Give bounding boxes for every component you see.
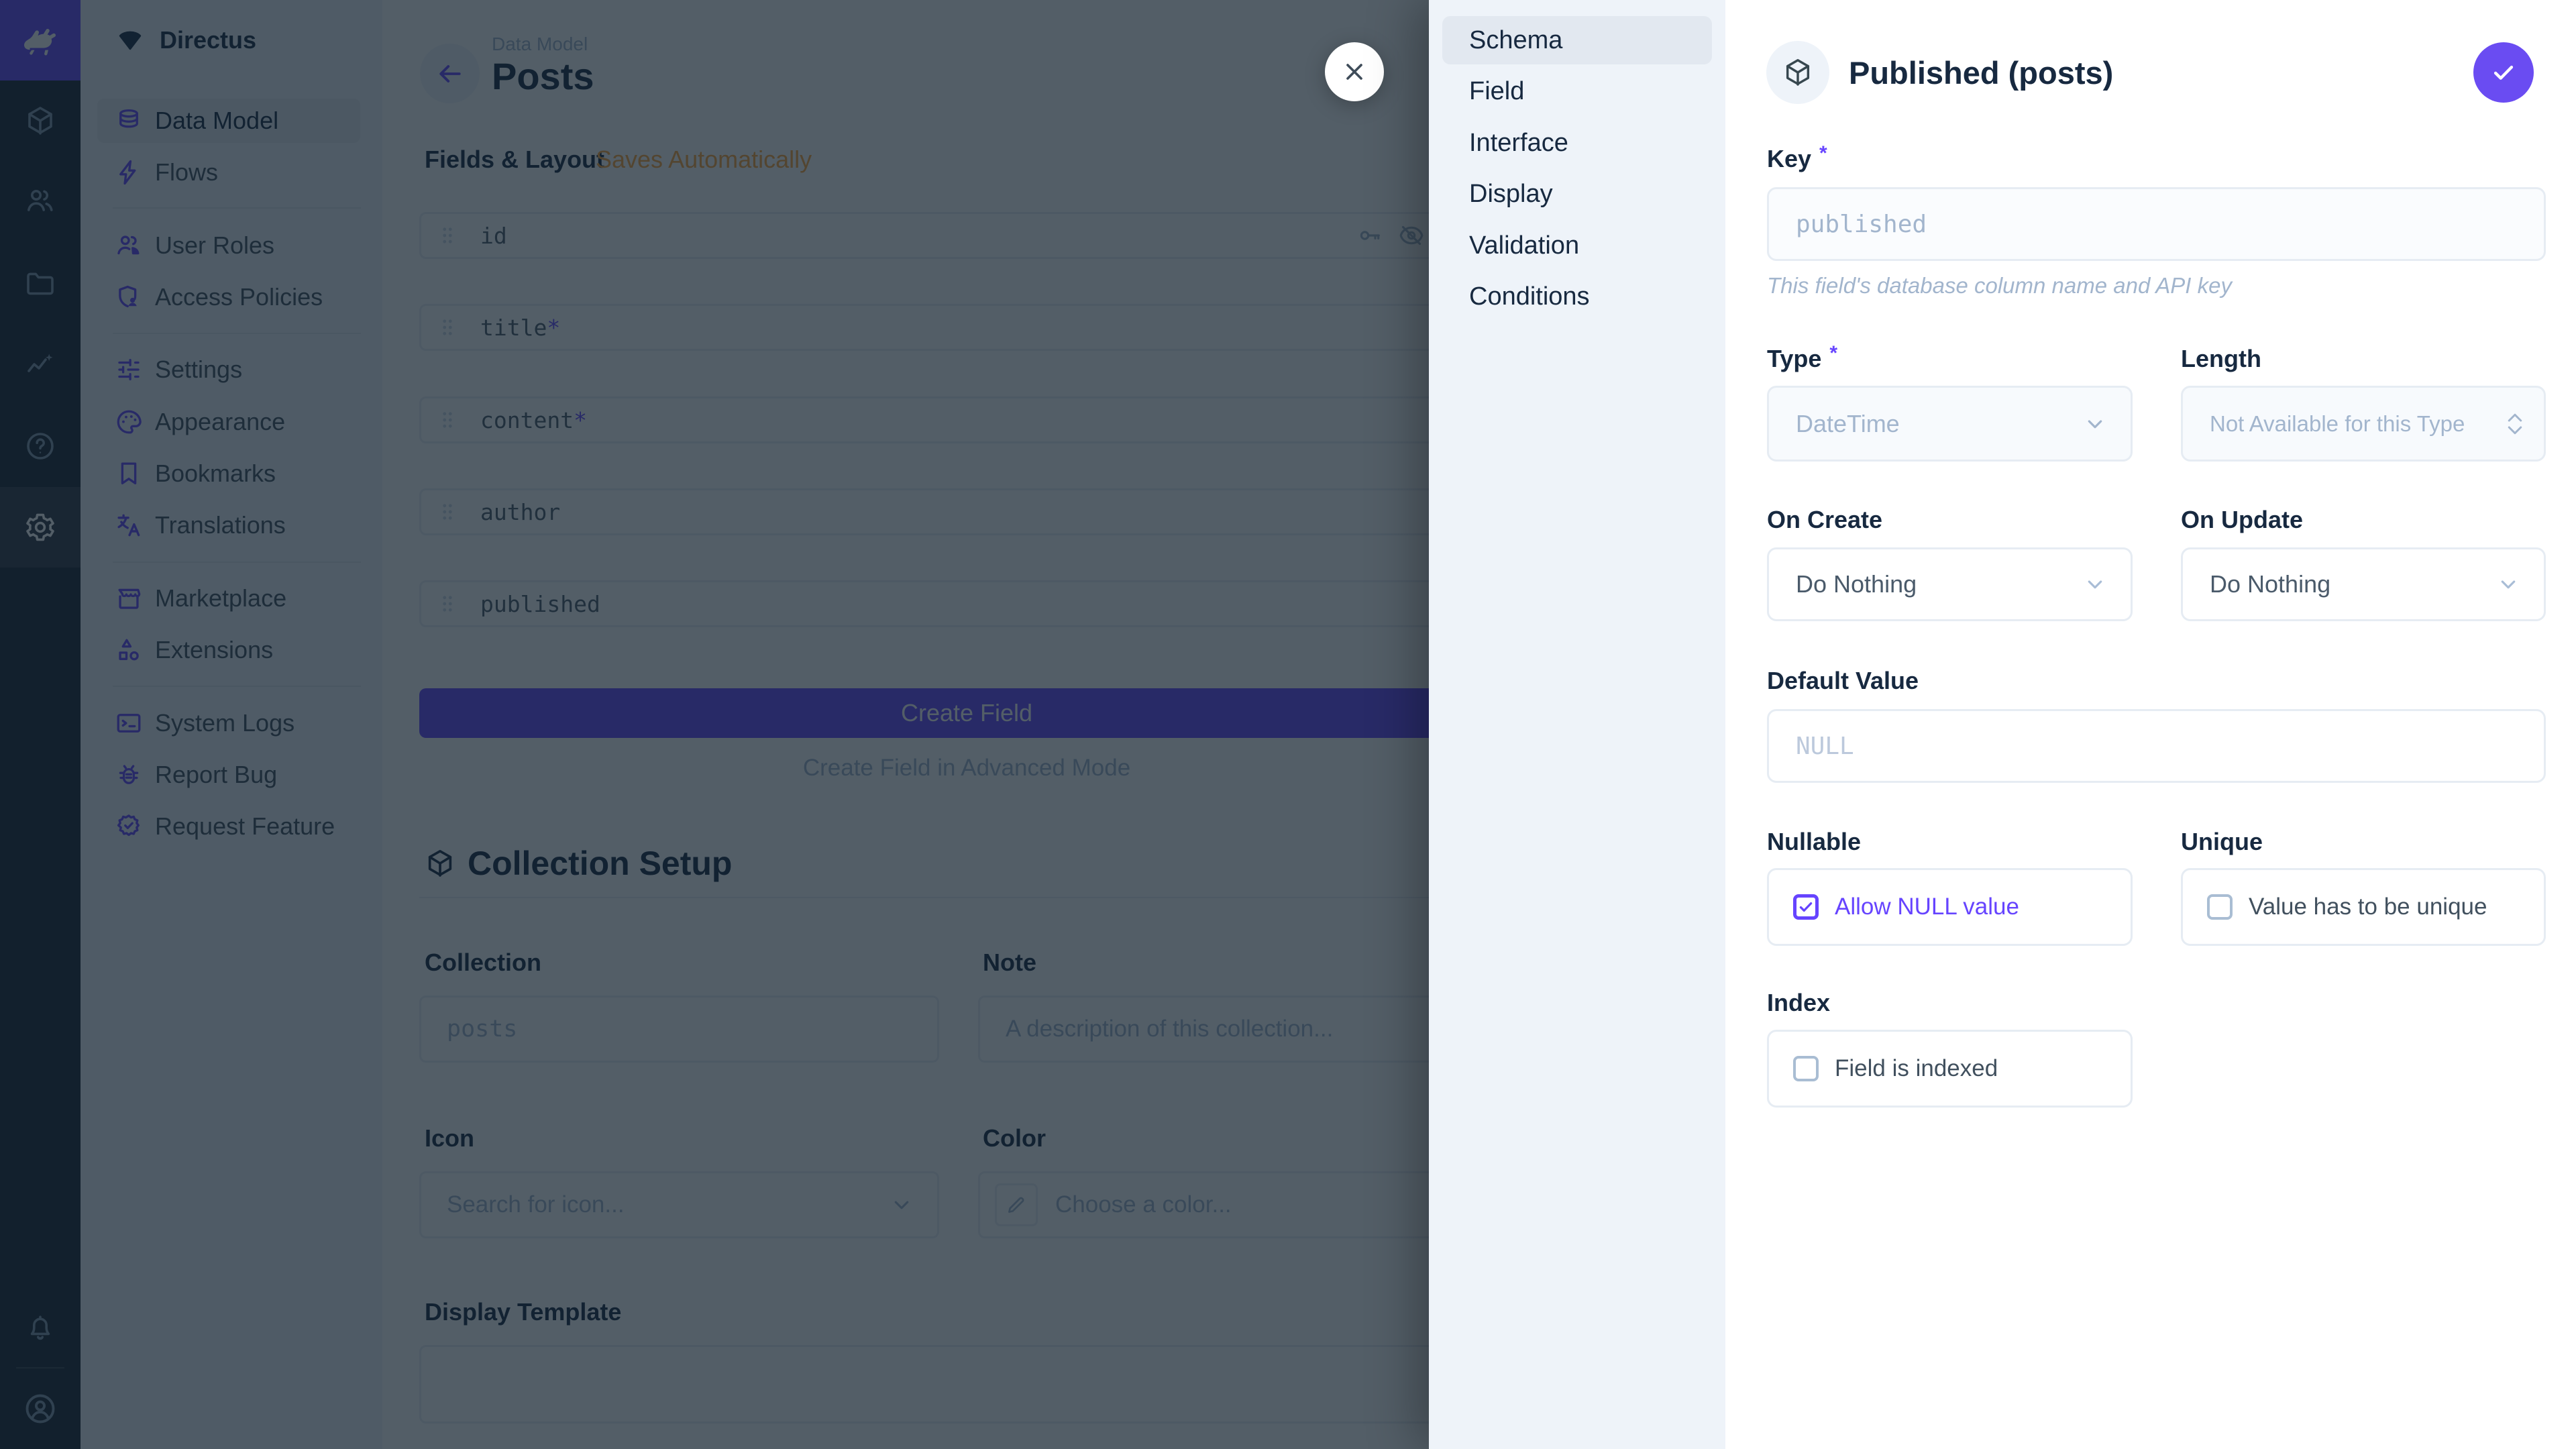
check-icon (2489, 58, 2518, 87)
length-input[interactable]: Not Available for this Type (2181, 386, 2546, 462)
drawer-header-icon (1766, 41, 1829, 104)
index-checkbox[interactable] (1793, 1056, 1819, 1081)
drawer-tab-label: Schema (1469, 26, 1562, 55)
drawer-tab-label: Conditions (1469, 282, 1590, 311)
on-update-label: On Update (2181, 504, 2303, 536)
on-update-select[interactable]: Do Nothing (2181, 547, 2546, 621)
box-icon (1782, 57, 1813, 88)
length-label: Length (2181, 343, 2261, 375)
length-label-text: Length (2181, 345, 2261, 373)
key-label-text: Key (1767, 145, 1811, 173)
close-drawer-button[interactable] (1325, 42, 1384, 101)
close-icon (1341, 58, 1368, 85)
drawer-tab-display[interactable]: Display (1442, 170, 1712, 218)
drawer-tab-label: Display (1469, 180, 1553, 209)
type-value: DateTime (1796, 410, 1900, 438)
stepper-icon[interactable] (2505, 411, 2525, 437)
on-update-value: Do Nothing (2210, 570, 2330, 598)
type-label-text: Type (1767, 345, 1821, 373)
type-label: Type * (1767, 343, 1837, 375)
default-value-input[interactable]: NULL (1767, 709, 2546, 783)
on-create-select[interactable]: Do Nothing (1767, 547, 2133, 621)
drawer-tab-label: Interface (1469, 129, 1568, 158)
type-select[interactable]: DateTime (1767, 386, 2133, 462)
drawer-tab-label: Validation (1469, 231, 1579, 260)
drawer-tab-validation[interactable]: Validation (1442, 221, 1712, 270)
length-value: Not Available for this Type (2210, 411, 2465, 437)
drawer-overlay[interactable] (0, 0, 1429, 1449)
chevron-down-icon (2082, 411, 2108, 437)
default-value-label: Default Value (1767, 665, 1919, 697)
directus-app: Directus Data Model Flows (0, 0, 2576, 1449)
index-option: Field is indexed (1767, 1030, 2133, 1108)
save-button[interactable] (2473, 42, 2534, 103)
required-star: * (1829, 342, 1837, 365)
on-create-value: Do Nothing (1796, 570, 1917, 598)
index-label: Index (1767, 987, 1830, 1019)
drawer-nav: Schema Field Interface Display Validatio… (1429, 0, 1725, 1449)
key-value: published (1796, 211, 1927, 238)
unique-option-label[interactable]: Value has to be unique (2249, 894, 2487, 920)
unique-option: Value has to be unique (2181, 868, 2546, 946)
field-drawer: Schema Field Interface Display Validatio… (1429, 0, 2576, 1449)
key-helper-text: This field's database column name and AP… (1767, 271, 2232, 301)
on-create-label: On Create (1767, 504, 1882, 536)
index-option-label[interactable]: Field is indexed (1835, 1055, 1998, 1082)
nullable-checkbox[interactable] (1793, 894, 1819, 920)
drawer-tab-label: Field (1469, 77, 1524, 106)
default-value-placeholder: NULL (1796, 733, 1854, 760)
drawer-tab-field[interactable]: Field (1442, 67, 1712, 115)
nullable-option-label[interactable]: Allow NULL value (1835, 894, 2019, 920)
drawer-tab-conditions[interactable]: Conditions (1442, 272, 1712, 321)
chevron-down-icon (2496, 572, 2521, 597)
drawer-main: Published (posts) Key * published This f… (1725, 0, 2576, 1449)
drawer-title: Published (posts) (1849, 50, 2113, 95)
nullable-option: Allow NULL value (1767, 868, 2133, 946)
unique-checkbox[interactable] (2207, 894, 2233, 920)
drawer-tab-schema[interactable]: Schema (1442, 16, 1712, 64)
unique-label: Unique (2181, 826, 2263, 858)
key-label: Key * (1767, 143, 1827, 175)
required-star: * (1819, 142, 1827, 165)
drawer-tab-interface[interactable]: Interface (1442, 119, 1712, 167)
key-input[interactable]: published (1767, 187, 2546, 261)
nullable-label: Nullable (1767, 826, 1861, 858)
chevron-down-icon (2082, 572, 2108, 597)
